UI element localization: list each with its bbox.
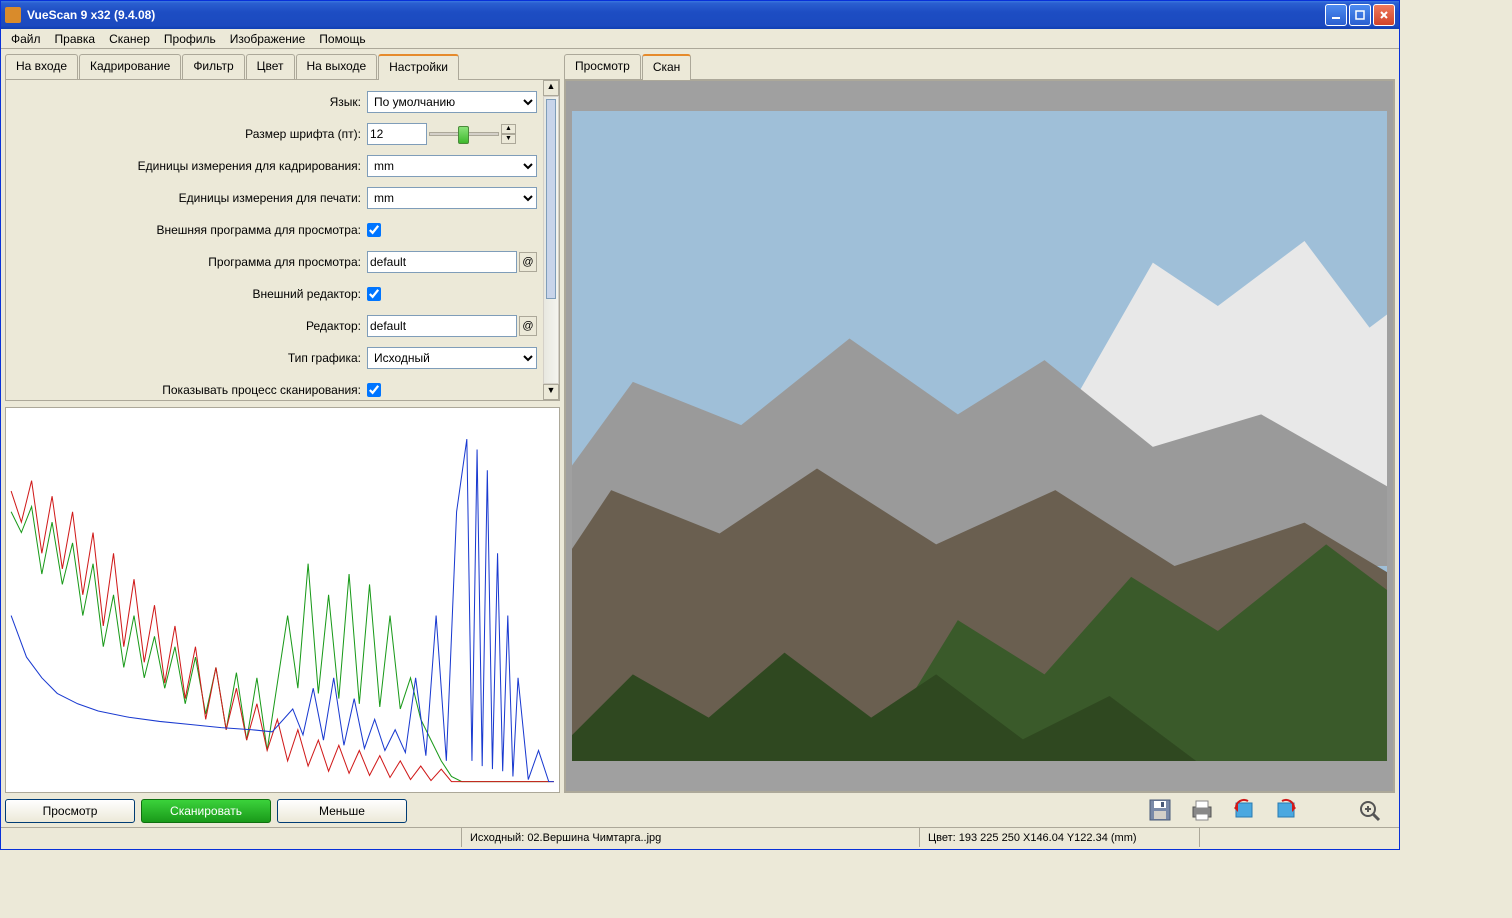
right-column: Просмотр Скан [564, 53, 1395, 823]
ext-viewer-label: Внешняя программа для просмотра: [10, 223, 367, 237]
menu-scanner[interactable]: Сканер [103, 30, 156, 48]
preview-viewport[interactable] [565, 80, 1394, 792]
settings-scrollbar[interactable]: ▲ ▼ [543, 80, 559, 400]
tab-input[interactable]: На входе [5, 54, 78, 79]
right-tabs: Просмотр Скан [564, 54, 1395, 80]
rotate-left-icon[interactable] [1229, 797, 1259, 823]
ext-editor-checkbox[interactable] [367, 287, 381, 301]
less-button[interactable]: Меньше [277, 799, 407, 823]
print-icon[interactable] [1187, 797, 1217, 823]
editor-browse-button[interactable]: @ [519, 316, 537, 336]
print-units-select[interactable]: mm [367, 187, 537, 209]
action-buttons: Просмотр Сканировать Меньше [5, 797, 560, 823]
histogram-chart [6, 408, 559, 792]
rotate-right-icon[interactable] [1271, 797, 1301, 823]
show-progress-label: Показывать процесс сканирования: [10, 383, 367, 397]
menu-edit[interactable]: Правка [49, 30, 102, 48]
menu-file[interactable]: Файл [5, 30, 47, 48]
font-size-slider[interactable] [429, 132, 499, 136]
font-size-label: Размер шрифта (пт): [10, 127, 367, 141]
titlebar: VueScan 9 x32 (9.4.08) [1, 1, 1399, 29]
settings-panel: На входе Кадрирование Фильтр Цвет На вых… [5, 53, 560, 401]
preview-panel [564, 79, 1395, 793]
tab-crop[interactable]: Кадрирование [79, 54, 181, 79]
show-progress-checkbox[interactable] [367, 383, 381, 397]
tab-settings[interactable]: Настройки [378, 54, 459, 80]
menu-image[interactable]: Изображение [224, 30, 312, 48]
font-size-spinner[interactable]: ▲▼ [501, 124, 516, 144]
statusbar: Исходный: 02.Вершина Чимтарга..jpg Цвет:… [1, 827, 1399, 847]
status-source: Исходный: 02.Вершина Чимтарга..jpg [461, 828, 919, 847]
tab-filter[interactable]: Фильтр [182, 54, 244, 79]
graph-type-select[interactable]: Исходный [367, 347, 537, 369]
window-controls [1325, 4, 1395, 26]
crop-units-label: Единицы измерения для кадрирования: [10, 159, 367, 173]
print-units-label: Единицы измерения для печати: [10, 191, 367, 205]
save-icon[interactable] [1145, 797, 1175, 823]
crop-units-select[interactable]: mm [367, 155, 537, 177]
graph-type-label: Тип графика: [10, 351, 367, 365]
tab-output[interactable]: На выходе [296, 54, 378, 79]
left-tabs: На входе Кадрирование Фильтр Цвет На вых… [5, 54, 560, 80]
menu-profile[interactable]: Профиль [158, 30, 222, 48]
app-icon [5, 7, 21, 23]
status-info: Цвет: 193 225 250 X146.04 Y122.34 (mm) [919, 828, 1199, 847]
settings-form: Язык: По умолчанию Размер шрифта (пт): ▲… [6, 80, 543, 400]
toolbar-icons [564, 793, 1395, 823]
viewer-prog-label: Программа для просмотра: [10, 255, 367, 269]
ext-viewer-checkbox[interactable] [367, 223, 381, 237]
menu-help[interactable]: Помощь [313, 30, 371, 48]
viewer-browse-button[interactable]: @ [519, 252, 537, 272]
zoom-in-icon[interactable] [1355, 797, 1385, 823]
settings-pane: Язык: По умолчанию Размер шрифта (пт): ▲… [5, 79, 560, 401]
font-size-input[interactable] [367, 123, 427, 145]
minimize-button[interactable] [1325, 4, 1347, 26]
editor-prog-label: Редактор: [10, 319, 367, 333]
language-select[interactable]: По умолчанию [367, 91, 537, 113]
editor-prog-input[interactable] [367, 315, 517, 337]
scan-button[interactable]: Сканировать [141, 799, 271, 823]
scanned-image [572, 111, 1387, 761]
tab-scan[interactable]: Скан [642, 54, 691, 80]
tab-color[interactable]: Цвет [246, 54, 295, 79]
close-button[interactable] [1373, 4, 1395, 26]
content-area: На входе Кадрирование Фильтр Цвет На вых… [1, 49, 1399, 827]
histogram-panel [5, 407, 560, 793]
maximize-button[interactable] [1349, 4, 1371, 26]
ext-editor-label: Внешний редактор: [10, 287, 367, 301]
left-column: На входе Кадрирование Фильтр Цвет На вых… [5, 53, 560, 823]
preview-button[interactable]: Просмотр [5, 799, 135, 823]
window-title: VueScan 9 x32 (9.4.08) [27, 8, 1325, 22]
menubar: Файл Правка Сканер Профиль Изображение П… [1, 29, 1399, 49]
language-label: Язык: [10, 95, 367, 109]
viewer-prog-input[interactable] [367, 251, 517, 273]
tab-preview[interactable]: Просмотр [564, 54, 641, 79]
